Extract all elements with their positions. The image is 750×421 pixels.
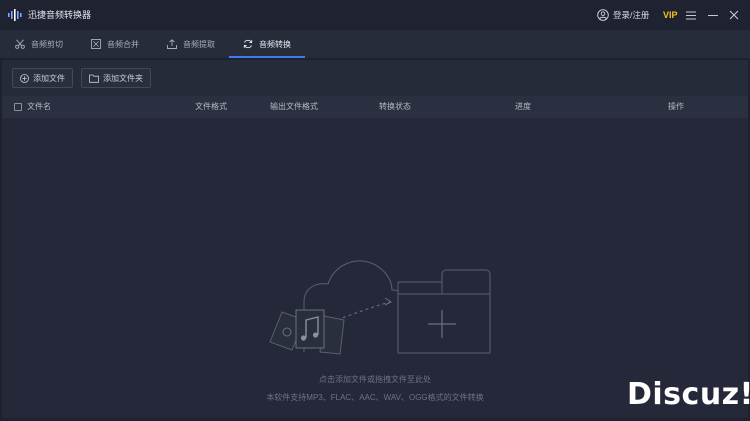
watermark-logo: Discuz! — [627, 377, 750, 412]
close-icon — [729, 10, 739, 20]
active-tab-indicator — [229, 56, 305, 58]
add-folder-label: 添加文件夹 — [103, 73, 143, 83]
login-button[interactable]: 登录/注册 — [597, 8, 649, 22]
minimize-button[interactable] — [706, 8, 720, 22]
login-label: 登录/注册 — [613, 10, 650, 20]
table-header: 文件名 文件格式 输出文件格式 转换状态 进度 操作 — [2, 96, 748, 118]
select-all-checkbox[interactable] — [14, 103, 22, 111]
menu-button[interactable] — [684, 8, 698, 22]
tab-bar: 音频剪切 音频合并 音频提取 音频转换 — [0, 30, 750, 58]
column-filename: 文件名 — [27, 102, 51, 111]
column-output-format: 输出文件格式 — [270, 102, 318, 111]
hamburger-menu-icon — [686, 11, 696, 19]
tab-audio-cut[interactable]: 音频剪切 — [15, 30, 63, 58]
tab-label: 音频剪切 — [31, 39, 63, 49]
app-title: 迅捷音频转换器 — [28, 10, 92, 20]
main-panel: 添加文件 添加文件夹 文件名 文件格式 输出文件格式 转换状态 进度 操作 点击… — [2, 60, 748, 418]
column-progress: 进度 — [515, 102, 531, 111]
tab-audio-extract[interactable]: 音频提取 — [167, 30, 215, 58]
upload-illustration-icon — [269, 260, 491, 355]
column-convert-status: 转换状态 — [379, 102, 411, 111]
user-icon — [597, 9, 609, 21]
convert-icon — [243, 39, 253, 49]
column-file-format: 文件格式 — [195, 102, 227, 111]
title-bar: 迅捷音频转换器 登录/注册 VIP — [0, 0, 750, 30]
drop-zone[interactable]: 点击添加文件或拖拽文件至此处 本软件支持MP3、FLAC、AAC、WAV、OGG… — [2, 118, 748, 418]
tab-label: 音频合并 — [107, 39, 139, 49]
add-file-button[interactable]: 添加文件 — [12, 68, 73, 88]
tab-audio-convert[interactable]: 音频转换 — [243, 30, 291, 58]
add-file-label: 添加文件 — [33, 73, 65, 83]
minimize-icon — [708, 15, 718, 16]
add-circle-icon — [20, 73, 29, 83]
scissors-icon — [15, 39, 25, 49]
toolbar: 添加文件 添加文件夹 — [2, 60, 748, 94]
audio-wave-logo-icon — [8, 9, 22, 21]
column-actions: 操作 — [668, 102, 684, 111]
folder-icon — [89, 74, 99, 83]
extract-icon — [167, 39, 177, 49]
close-button[interactable] — [727, 8, 741, 22]
vip-badge[interactable]: VIP — [663, 9, 678, 21]
add-folder-button[interactable]: 添加文件夹 — [81, 68, 151, 88]
merge-icon — [91, 39, 101, 49]
tab-label: 音频提取 — [183, 39, 215, 49]
tab-audio-merge[interactable]: 音频合并 — [91, 30, 139, 58]
tab-label: 音频转换 — [259, 39, 291, 49]
